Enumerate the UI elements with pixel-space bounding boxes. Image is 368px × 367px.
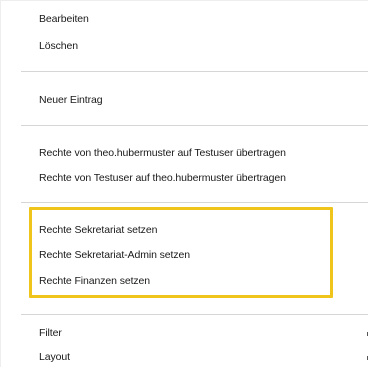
menu-item-loeschen[interactable]: Löschen: [39, 37, 78, 55]
menu-item-neuer-eintrag[interactable]: Neuer Eintrag: [39, 91, 103, 109]
menu-separator: [21, 125, 368, 126]
menu-item-rechte-testuser-auf-theo[interactable]: Rechte von Testuser auf theo.hubermuster…: [39, 169, 286, 187]
menu-separator: [21, 71, 368, 72]
menu-item-rechte-theo-auf-testuser[interactable]: Rechte von theo.hubermuster auf Testuser…: [39, 144, 286, 162]
bottom-fade: [1, 361, 368, 367]
menu-item-rechte-sekretariat-admin[interactable]: Rechte Sekretariat-Admin setzen: [39, 246, 190, 264]
menu-item-bearbeiten[interactable]: Bearbeiten: [39, 10, 89, 28]
menu-item-rechte-finanzen[interactable]: Rechte Finanzen setzen: [39, 272, 150, 290]
menu-item-filter[interactable]: Filter: [39, 324, 62, 342]
menu-separator: [21, 314, 368, 315]
menu-item-rechte-sekretariat[interactable]: Rechte Sekretariat setzen: [39, 221, 157, 239]
context-menu: Bearbeiten Löschen Neuer Eintrag Rechte …: [0, 0, 368, 367]
menu-separator: [21, 202, 368, 203]
